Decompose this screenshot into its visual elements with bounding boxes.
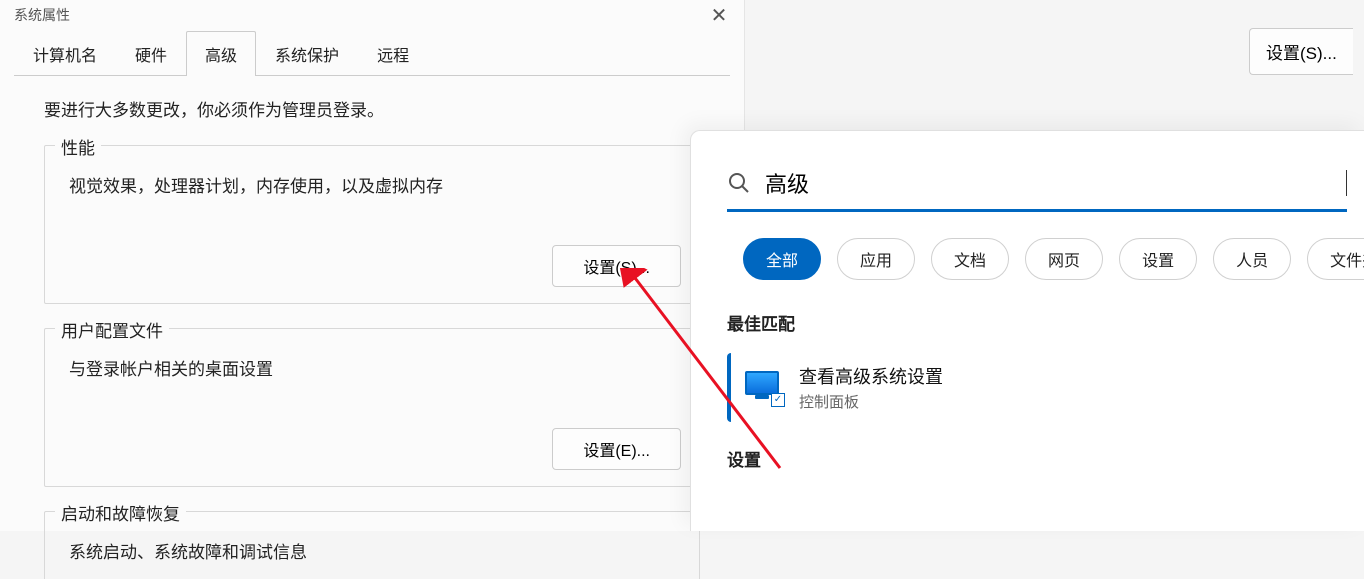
filter-docs[interactable]: 文档 bbox=[931, 238, 1009, 280]
search-result-title: 查看高级系统设置 bbox=[799, 363, 943, 389]
group-performance-desc: 视觉效果，处理器计划，内存使用，以及虚拟内存 bbox=[63, 172, 681, 197]
external-settings-button-wrap: 设置(S)... bbox=[1249, 28, 1364, 75]
group-startup-desc: 系统启动、系统故障和调试信息 bbox=[63, 538, 681, 563]
group-user-profile-desc: 与登录帐户相关的桌面设置 bbox=[63, 355, 681, 380]
text-cursor bbox=[1346, 170, 1347, 196]
group-performance: 性能 视觉效果，处理器计划，内存使用，以及虚拟内存 设置(S)... bbox=[44, 145, 700, 304]
close-icon[interactable]: ✕ bbox=[704, 3, 734, 28]
windows-search-panel: 高级 全部 应用 文档 网页 设置 人员 文件夹 最佳匹配 ✓ 查看高级系统设置… bbox=[690, 130, 1364, 531]
filter-web[interactable]: 网页 bbox=[1025, 238, 1103, 280]
tab-bar: 计算机名 硬件 高级 系统保护 远程 bbox=[0, 30, 744, 75]
system-properties-dialog: 系统属性 ✕ 计算机名 硬件 高级 系统保护 远程 要进行大多数更改，你必须作为… bbox=[0, 0, 745, 531]
performance-settings-button[interactable]: 设置(S)... bbox=[552, 245, 681, 287]
group-performance-legend: 性能 bbox=[55, 134, 101, 159]
section-best-match: 最佳匹配 bbox=[727, 310, 1364, 335]
external-settings-button[interactable]: 设置(S)... bbox=[1249, 28, 1353, 75]
filter-people[interactable]: 人员 bbox=[1213, 238, 1291, 280]
search-filter-row: 全部 应用 文档 网页 设置 人员 文件夹 bbox=[727, 238, 1364, 280]
search-result-subtitle: 控制面板 bbox=[799, 391, 943, 412]
group-startup-legend: 启动和故障恢复 bbox=[55, 500, 186, 525]
dialog-title: 系统属性 bbox=[14, 5, 70, 25]
tab-hardware[interactable]: 硬件 bbox=[116, 31, 186, 76]
search-result-text: 查看高级系统设置 控制面板 bbox=[799, 363, 943, 412]
profile-settings-button[interactable]: 设置(E)... bbox=[552, 428, 681, 470]
group-user-profile: 用户配置文件 与登录帐户相关的桌面设置 设置(E)... bbox=[44, 328, 700, 487]
tab-computer-name[interactable]: 计算机名 bbox=[14, 31, 116, 76]
filter-files[interactable]: 文件夹 bbox=[1307, 238, 1364, 280]
admin-note: 要进行大多数更改，你必须作为管理员登录。 bbox=[44, 96, 700, 121]
group-user-profile-legend: 用户配置文件 bbox=[55, 317, 169, 342]
group-startup-recovery: 启动和故障恢复 系统启动、系统故障和调试信息 bbox=[44, 511, 700, 579]
filter-all[interactable]: 全部 bbox=[743, 238, 821, 280]
search-result-best[interactable]: ✓ 查看高级系统设置 控制面板 bbox=[727, 353, 1364, 422]
tab-remote[interactable]: 远程 bbox=[358, 31, 428, 76]
section-settings: 设置 bbox=[727, 446, 1364, 471]
tab-content-advanced: 要进行大多数更改，你必须作为管理员登录。 性能 视觉效果，处理器计划，内存使用，… bbox=[14, 75, 730, 579]
monitor-check-icon: ✓ bbox=[745, 371, 783, 405]
search-input[interactable]: 高级 bbox=[765, 167, 1348, 199]
search-box[interactable]: 高级 bbox=[727, 167, 1347, 212]
filter-settings[interactable]: 设置 bbox=[1119, 238, 1197, 280]
filter-apps[interactable]: 应用 bbox=[837, 238, 915, 280]
dialog-titlebar: 系统属性 ✕ bbox=[0, 0, 744, 30]
tab-advanced[interactable]: 高级 bbox=[186, 31, 256, 76]
tab-system-protection[interactable]: 系统保护 bbox=[256, 31, 358, 76]
search-icon bbox=[727, 171, 751, 195]
